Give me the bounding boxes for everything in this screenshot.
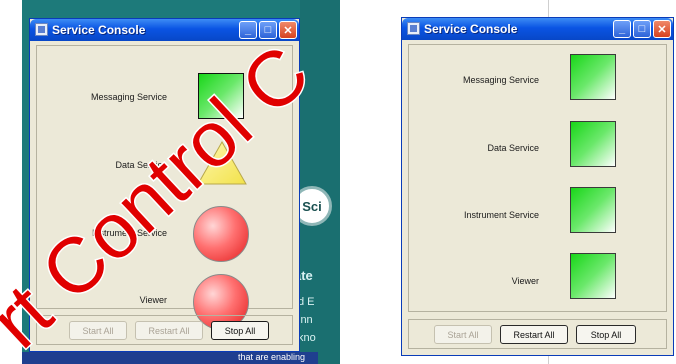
- maximize-icon[interactable]: □: [633, 20, 651, 38]
- button-bar: Start All Restart All Stop All: [36, 315, 293, 345]
- service-label: Viewer: [139, 295, 167, 305]
- service-list: Messaging Service Data Service Instrumen…: [408, 44, 667, 312]
- restart-all-button[interactable]: Restart All: [135, 321, 203, 340]
- start-all-button[interactable]: Start All: [434, 325, 492, 344]
- background-text: d E: [298, 296, 315, 308]
- service-label: Messaging Service: [90, 92, 167, 102]
- service-label: Viewer: [511, 276, 539, 286]
- data-service-status-indicator[interactable]: [570, 121, 616, 167]
- window-title: Service Console: [424, 22, 518, 36]
- start-all-button[interactable]: Start All: [69, 321, 127, 340]
- window-title: Service Console: [52, 23, 146, 37]
- background-text: kno: [298, 332, 316, 344]
- window-client: Messaging Service Data Service Instrumen…: [408, 44, 667, 349]
- service-label: Messaging Service: [462, 75, 539, 85]
- service-label: Instrument Service: [91, 228, 167, 238]
- minimize-icon[interactable]: _: [239, 21, 257, 39]
- minimize-icon[interactable]: _: [613, 20, 631, 38]
- service-console-window-right[interactable]: Service Console _ □ ✕ Messaging Service …: [401, 17, 674, 356]
- service-label: Data Service: [487, 143, 539, 153]
- service-console-window-left[interactable]: Service Console _ □ ✕ Messaging Service …: [29, 18, 300, 352]
- teal-background-strip: [300, 0, 340, 364]
- title-bar[interactable]: Service Console _ □ ✕: [30, 19, 299, 41]
- background-text: that are enabling: [238, 352, 306, 362]
- button-bar: Start All Restart All Stop All: [408, 319, 667, 349]
- data-service-warning-indicator[interactable]: [196, 140, 248, 186]
- maximize-icon[interactable]: □: [259, 21, 277, 39]
- app-icon: [35, 23, 48, 36]
- service-label: Instrument Service: [463, 210, 539, 220]
- instrument-status-indicator[interactable]: [570, 187, 616, 233]
- badge-text: Sci: [302, 198, 322, 214]
- blue-background-strip: that are enabling: [22, 352, 318, 364]
- stop-all-button[interactable]: Stop All: [211, 321, 269, 340]
- messaging-status-indicator[interactable]: [198, 73, 244, 119]
- viewer-status-indicator[interactable]: [570, 253, 616, 299]
- service-list: Messaging Service Data Service Instrumen…: [36, 45, 293, 330]
- service-label: Data Service: [115, 160, 167, 170]
- title-bar[interactable]: Service Console _ □ ✕: [402, 18, 673, 40]
- restart-all-button[interactable]: Restart All: [500, 325, 568, 344]
- close-icon[interactable]: ✕: [653, 20, 671, 38]
- app-icon: [407, 22, 420, 35]
- close-icon[interactable]: ✕: [279, 21, 297, 39]
- instrument-status-indicator[interactable]: [193, 206, 249, 262]
- stop-all-button[interactable]: Stop All: [576, 325, 636, 344]
- background-text: inn: [298, 314, 313, 326]
- messaging-status-indicator[interactable]: [570, 54, 616, 100]
- window-client: Messaging Service Data Service Instrumen…: [36, 45, 293, 345]
